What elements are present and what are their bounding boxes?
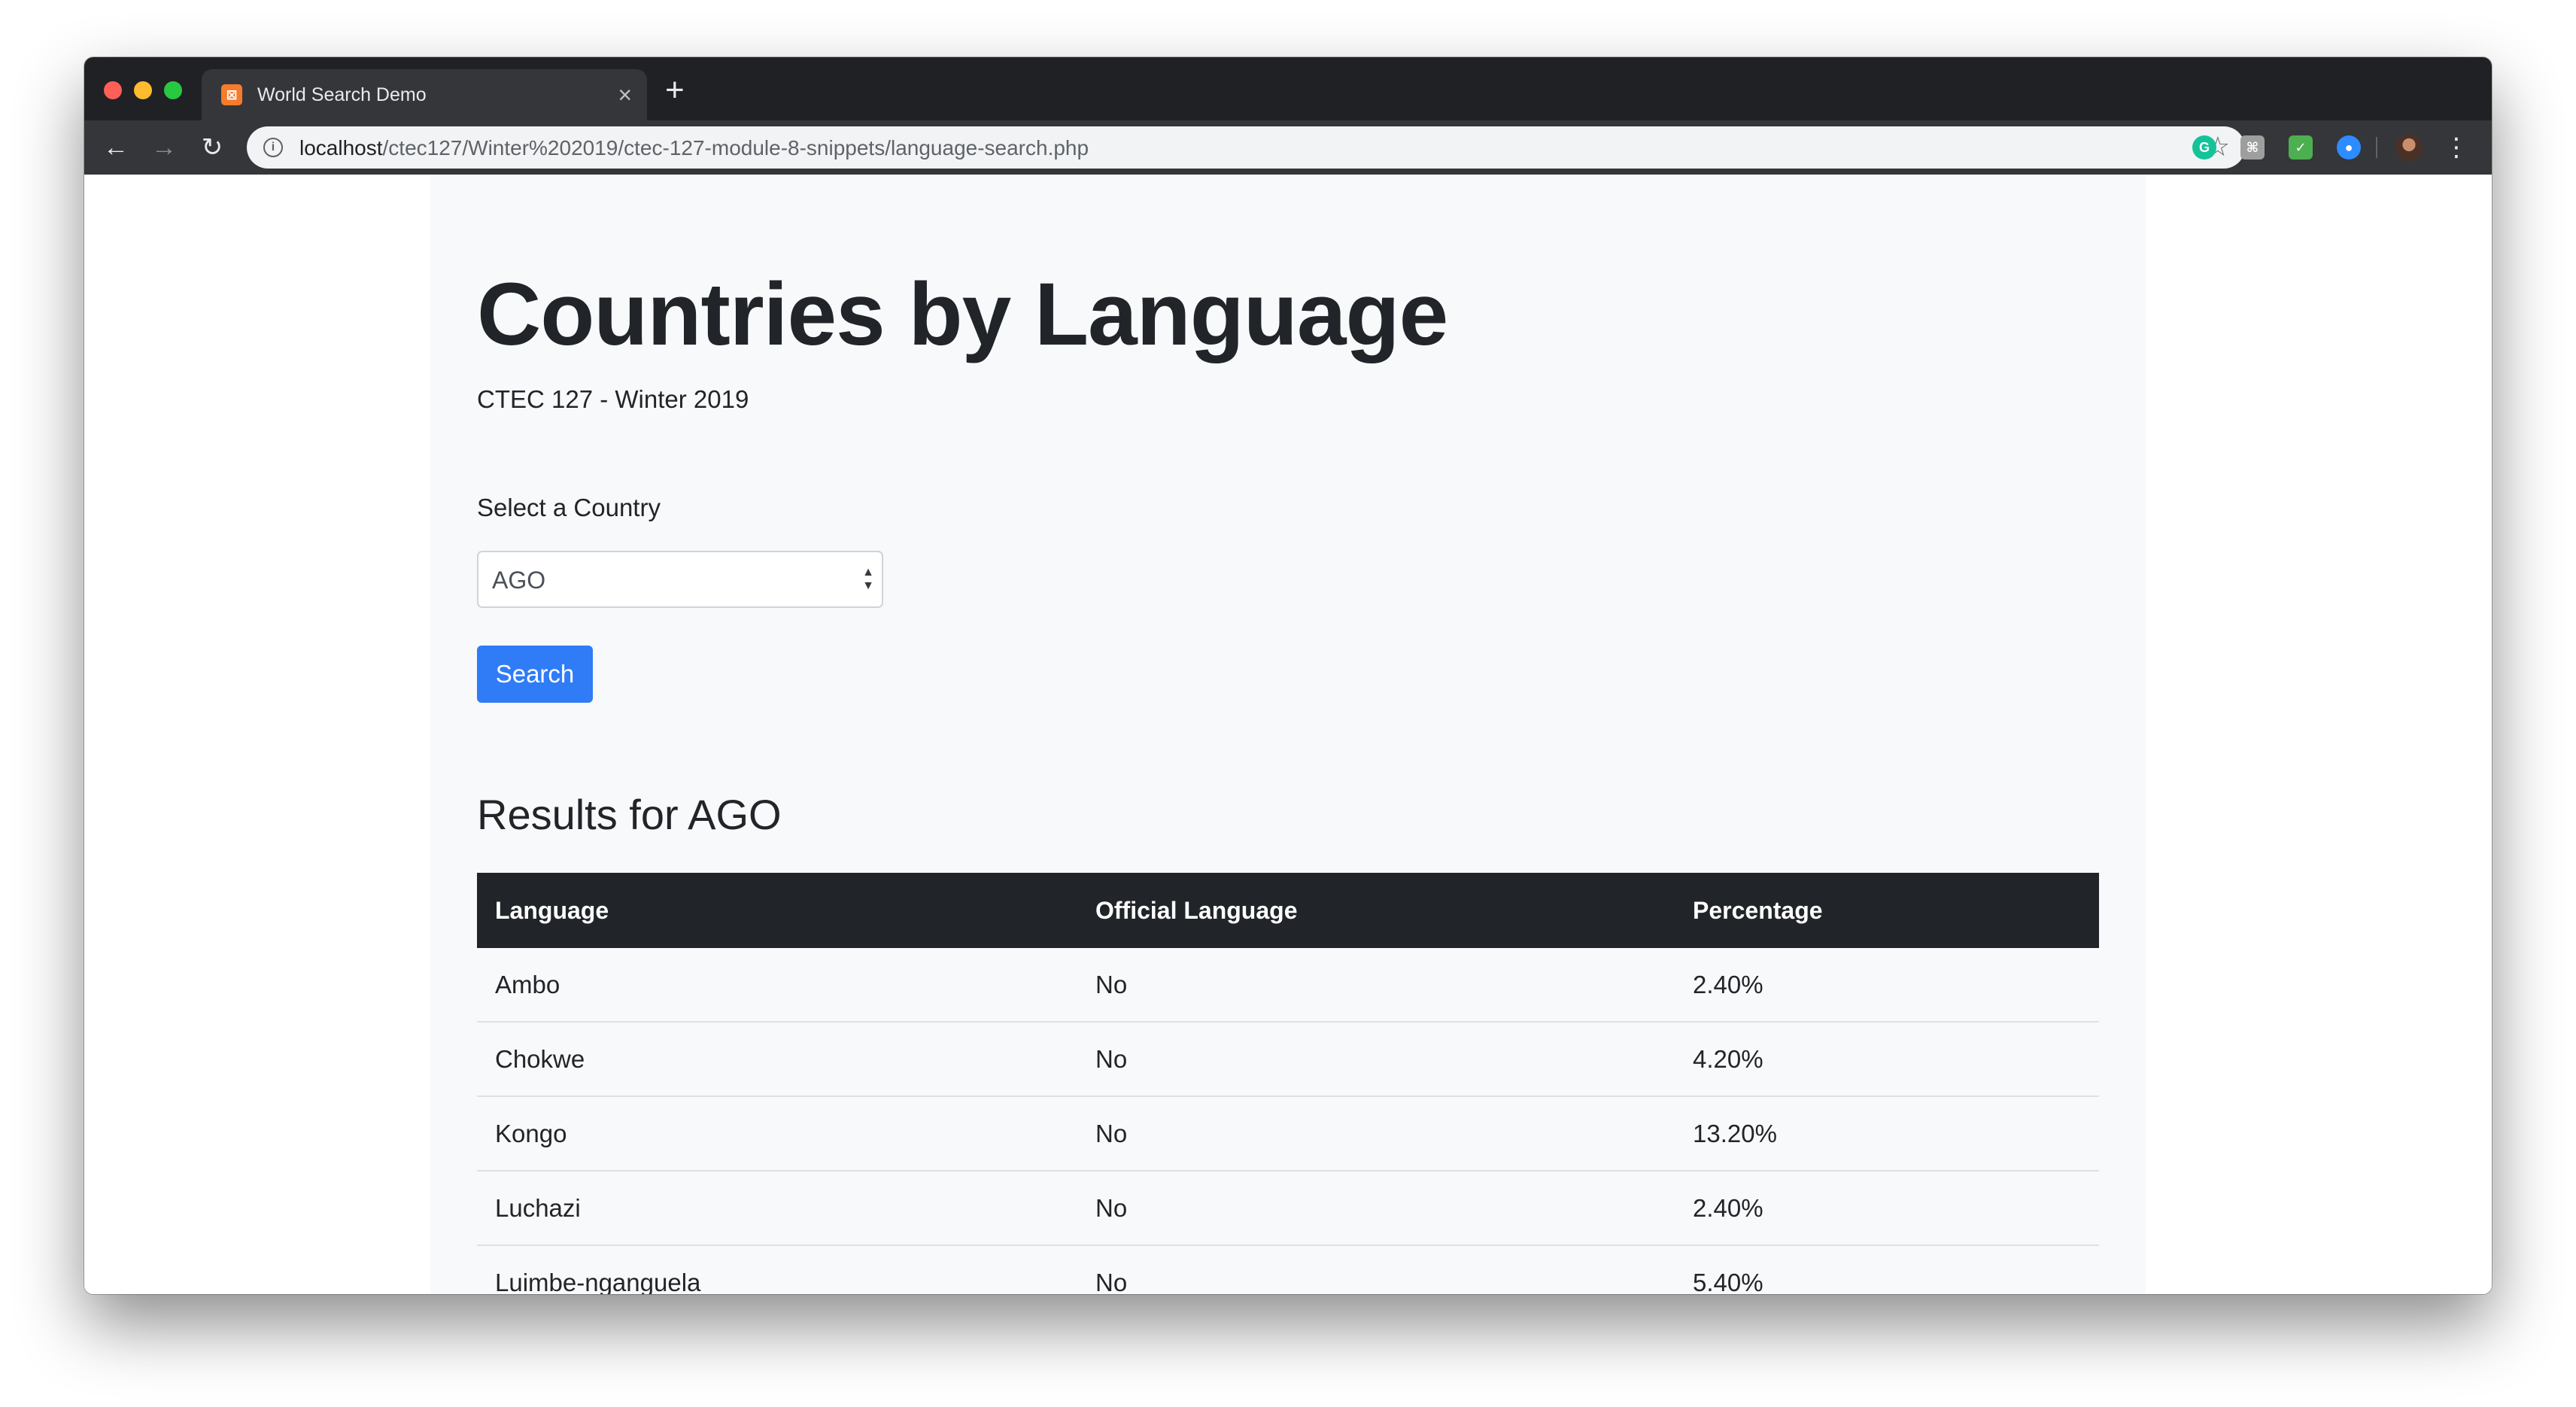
close-window-button[interactable]: [104, 81, 122, 99]
country-select-label: Select a Country: [477, 494, 661, 521]
page-viewport: Countries by Language CTEC 127 - Winter …: [84, 175, 2492, 1294]
table-row: Ambo No 2.40%: [477, 948, 2099, 1023]
main-container: Countries by Language CTEC 127 - Winter …: [430, 175, 2146, 1294]
new-tab-icon[interactable]: +: [665, 74, 685, 107]
extension-icon[interactable]: ⌘: [2240, 135, 2265, 160]
address-bar[interactable]: i localhost/ctec127/Winter%202019/ctec-1…: [247, 126, 2245, 169]
translate-icon[interactable]: ✓: [2289, 135, 2313, 160]
tab-close-icon[interactable]: ×: [618, 80, 632, 110]
maximize-window-button[interactable]: [164, 81, 182, 99]
percentage-cell: 5.40%: [1693, 1269, 1763, 1294]
url-path: /ctec127/Winter%202019/ctec-127-module-8…: [382, 136, 1089, 160]
official-cell: No: [1095, 971, 1128, 998]
forward-icon[interactable]: →: [146, 129, 182, 166]
language-cell: Ambo: [495, 971, 560, 998]
reload-icon[interactable]: ↻: [194, 129, 230, 166]
table-header-row: Language Official Language Percentage: [477, 873, 2099, 948]
results-table: Language Official Language Percentage Am…: [477, 873, 2099, 1294]
toolbar-divider: [2376, 137, 2377, 158]
search-button[interactable]: Search: [477, 646, 593, 703]
table-row: Luchazi No 2.40%: [477, 1171, 2099, 1246]
url-text[interactable]: localhost/ctec127/Winter%202019/ctec-127…: [299, 136, 1089, 160]
menu-icon[interactable]: ⋮: [2444, 129, 2469, 166]
results-heading: Results for AGO: [477, 791, 782, 838]
tab-title: World Search Demo: [257, 84, 427, 105]
official-cell: No: [1095, 1194, 1128, 1222]
minimize-window-button[interactable]: [134, 81, 152, 99]
percentage-cell: 2.40%: [1693, 971, 1763, 998]
back-icon[interactable]: ←: [98, 129, 134, 166]
xampp-favicon-icon: ⊠: [221, 84, 242, 105]
table-row: Kongo No 13.20%: [477, 1097, 2099, 1171]
info-icon[interactable]: i: [263, 138, 283, 157]
official-cell: No: [1095, 1045, 1128, 1073]
percentage-cell: 4.20%: [1693, 1045, 1763, 1073]
profile-avatar[interactable]: [2395, 134, 2423, 161]
browser-toolbar: ← → ↻ i localhost/ctec127/Winter%202019/…: [84, 120, 2492, 175]
language-cell: Kongo: [495, 1120, 567, 1147]
browser-window: ⊠ World Search Demo × + ← → ↻ i localhos…: [84, 57, 2492, 1294]
page-subtitle: CTEC 127 - Winter 2019: [477, 385, 749, 413]
select-arrows-icon: ▲ ▼: [862, 566, 874, 592]
percentage-cell: 13.20%: [1693, 1120, 1777, 1147]
language-cell: Luchazi: [495, 1194, 581, 1222]
percentage-cell: 2.40%: [1693, 1194, 1763, 1222]
official-cell: No: [1095, 1269, 1128, 1294]
url-host: localhost: [299, 136, 383, 160]
country-select[interactable]: AGO ▲ ▼: [477, 551, 883, 608]
zoom-icon[interactable]: ●: [2337, 135, 2361, 160]
page-title: Countries by Language: [477, 265, 1448, 364]
column-header-percentage: Percentage: [1693, 897, 1823, 924]
grammarly-icon[interactable]: G: [2192, 135, 2216, 160]
column-header-official: Official Language: [1095, 897, 1298, 924]
title-bar: ⊠ World Search Demo × +: [84, 57, 2492, 120]
column-header-language: Language: [495, 897, 609, 924]
browser-tab[interactable]: ⊠ World Search Demo ×: [202, 69, 647, 120]
language-cell: Luimbe-nganguela: [495, 1269, 701, 1294]
official-cell: No: [1095, 1120, 1128, 1147]
table-row: Chokwe No 4.20%: [477, 1023, 2099, 1097]
language-cell: Chokwe: [495, 1045, 585, 1073]
table-row: Luimbe-nganguela No 5.40%: [477, 1246, 2099, 1294]
country-select-value: AGO: [492, 567, 546, 594]
